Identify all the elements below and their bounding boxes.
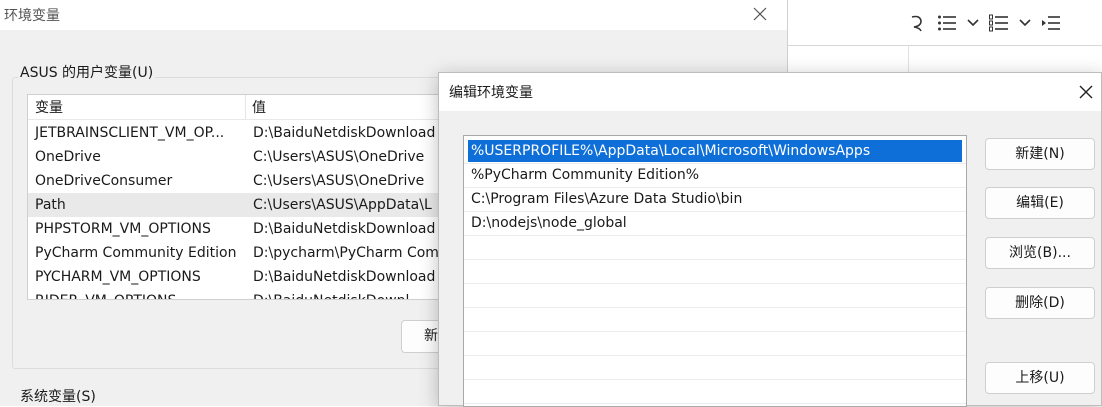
edit-button[interactable]: 编辑(E): [985, 187, 1095, 219]
chevron-down-icon[interactable]: [966, 16, 980, 30]
variable-name: PYCHARM_VM_OPTIONS: [35, 269, 201, 285]
partial-glyph-icon[interactable]: [906, 12, 928, 34]
close-icon[interactable]: [1075, 81, 1097, 103]
bullet-list-icon[interactable]: [936, 12, 958, 34]
variable-value: D:\BaiduNetdiskDownl: [246, 289, 456, 299]
list-item[interactable]: C:\Program Files\Azure Data Studio\bin: [468, 188, 962, 210]
editor-toolbar: [788, 0, 1102, 46]
variable-value: D:\BaiduNetdiskDownload: [253, 125, 436, 141]
table-row-selected[interactable]: Path C:\Users\ASUS\AppData\L: [28, 193, 456, 217]
variable-value: C:\Users\ASUS\OneDrive: [253, 149, 425, 165]
list-item[interactable]: D:\nodejs\node_global: [468, 212, 962, 234]
user-variables-list[interactable]: 变量 值 JETBRAINSCLIENT_VM_OP... D:\BaiduNe…: [27, 94, 457, 300]
edit-environment-variable-dialog: 编辑环境变量 %USERPROFILE%\AppData\Local\Micro…: [438, 72, 1102, 407]
variable-value: C:\Users\ASUS\AppData\L: [253, 197, 432, 213]
table-row[interactable]: PyCharm Community Edition D:\pycharm\PyC…: [28, 241, 456, 265]
user-variables-rows: JETBRAINSCLIENT_VM_OP... D:\BaiduNetdisk…: [28, 121, 456, 299]
list-header: 变量 值: [28, 95, 456, 120]
table-row[interactable]: RIDER_VM_OPTIONS D:\BaiduNetdiskDownl: [28, 289, 456, 299]
table-row[interactable]: PYCHARM_VM_OPTIONS D:\BaiduNetdiskDownlo…: [28, 265, 456, 289]
env-titlebar: 环境变量: [0, 0, 787, 30]
variable-name: OneDrive: [35, 149, 101, 165]
close-icon[interactable]: [747, 2, 773, 26]
delete-button[interactable]: 删除(D): [985, 287, 1095, 319]
user-variables-label: ASUS 的用户变量(U): [18, 62, 156, 82]
variable-value: D:\BaiduNetdiskDownload: [253, 269, 436, 285]
table-row[interactable]: PHPSTORM_VM_OPTIONS D:\BaiduNetdiskDownl…: [28, 217, 456, 241]
column-header-value[interactable]: 值: [246, 95, 456, 119]
indent-icon[interactable]: [1040, 12, 1062, 34]
numbered-list-icon[interactable]: [988, 12, 1010, 34]
variable-name: PHPSTORM_VM_OPTIONS: [35, 221, 211, 237]
browse-button[interactable]: 浏览(B)...: [985, 237, 1095, 269]
variable-name: PyCharm Community Edition: [35, 245, 237, 261]
variable-name: JETBRAINSCLIENT_VM_OP...: [35, 125, 225, 141]
dialog-titlebar: 编辑环境变量: [439, 73, 1101, 111]
move-up-button[interactable]: 上移(U): [985, 362, 1095, 394]
env-window-title: 环境变量: [4, 8, 60, 24]
dialog-title: 编辑环境变量: [449, 85, 533, 101]
variable-value: C:\Users\ASUS\OneDrive: [253, 173, 425, 189]
variable-name: OneDriveConsumer: [35, 173, 173, 189]
system-variables-label: 系统变量(S): [20, 389, 96, 405]
variable-value: D:\pycharm\PyCharm Com: [253, 245, 439, 261]
path-entries-list[interactable]: %USERPROFILE%\AppData\Local\Microsoft\Wi…: [463, 135, 967, 407]
variable-name: RIDER_VM_OPTIONS: [28, 289, 246, 299]
table-row[interactable]: JETBRAINSCLIENT_VM_OP... D:\BaiduNetdisk…: [28, 121, 456, 145]
new-button[interactable]: 新建(N): [985, 138, 1095, 170]
list-item-selected[interactable]: %USERPROFILE%\AppData\Local\Microsoft\Wi…: [468, 140, 962, 162]
table-row[interactable]: OneDriveConsumer C:\Users\ASUS\OneDrive: [28, 169, 456, 193]
chevron-down-icon[interactable]: [1018, 16, 1032, 30]
variable-name: Path: [35, 197, 66, 213]
table-row[interactable]: OneDrive C:\Users\ASUS\OneDrive: [28, 145, 456, 169]
list-item[interactable]: %PyCharm Community Edition%: [468, 164, 962, 186]
column-header-variable[interactable]: 变量: [28, 95, 246, 119]
variable-value: D:\BaiduNetdiskDownload: [253, 221, 436, 237]
